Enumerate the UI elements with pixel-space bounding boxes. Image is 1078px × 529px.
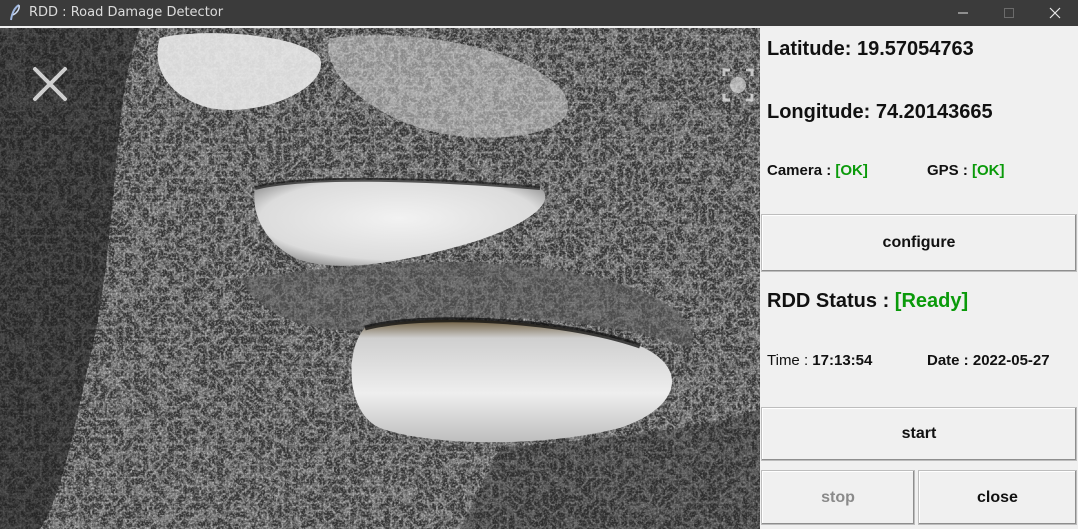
camera-feed [0, 28, 760, 529]
minimize-button[interactable] [940, 0, 986, 26]
minimize-icon [958, 12, 968, 14]
camera-status: [OK] [835, 162, 868, 179]
camera-switch-icon[interactable] [718, 64, 758, 108]
window-close-button[interactable] [1032, 0, 1078, 26]
longitude-label: Longitude: [767, 101, 871, 123]
time-row: Time : 17:13:54 [767, 352, 872, 369]
title-bar[interactable]: RDD : Road Damage Detector [0, 0, 1078, 26]
feed-close-icon[interactable] [30, 64, 70, 104]
gps-label: GPS : [927, 162, 968, 179]
stop-button[interactable]: stop [761, 470, 915, 525]
rdd-status-label: RDD Status : [767, 290, 890, 312]
longitude-value: 74.20143665 [875, 101, 993, 123]
feather-icon [8, 4, 22, 22]
close-icon [1049, 7, 1061, 19]
configure-button[interactable]: configure [761, 214, 1077, 272]
maximize-icon [1004, 8, 1014, 18]
window-title: RDD : Road Damage Detector [29, 5, 224, 20]
date-label: Date : [927, 352, 969, 369]
gps-status-row: GPS : [OK] [927, 162, 1005, 179]
road-pothole-image [0, 28, 760, 529]
gps-status: [OK] [972, 162, 1005, 179]
close-button[interactable]: close [918, 470, 1077, 525]
camera-status-row: Camera : [OK] [767, 162, 868, 179]
maximize-button[interactable] [986, 0, 1032, 26]
latitude-row: Latitude: 19.57054763 [767, 38, 974, 61]
rdd-status-row: RDD Status : [Ready] [767, 290, 968, 313]
camera-label: Camera : [767, 162, 832, 179]
latitude-label: Latitude: [767, 38, 852, 60]
time-label: Time : [767, 352, 809, 369]
rdd-status-value: [Ready] [894, 290, 969, 312]
info-panel: Latitude: 19.57054763 Longitude: 74.2014… [760, 28, 1078, 529]
date-value: 2022-05-27 [972, 352, 1050, 369]
latitude-value: 19.57054763 [857, 38, 974, 60]
longitude-row: Longitude: 74.20143665 [767, 101, 993, 124]
date-row: Date : 2022-05-27 [927, 352, 1050, 369]
start-button[interactable]: start [761, 407, 1077, 461]
time-value: 17:13:54 [812, 352, 873, 369]
